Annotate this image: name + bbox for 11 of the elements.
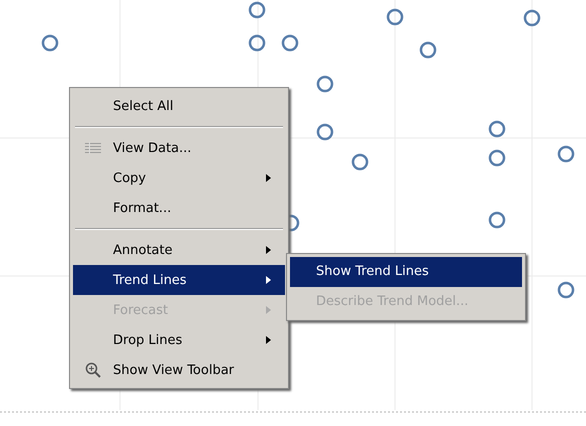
menu-item[interactable]: Select All	[73, 91, 285, 121]
menu-item[interactable]: Copy	[73, 163, 285, 193]
menu-item[interactable]: Show View Toolbar	[73, 355, 285, 385]
menu-item[interactable]: Format...	[73, 193, 285, 223]
table-icon	[85, 142, 101, 154]
menu-item[interactable]: Annotate	[73, 235, 285, 265]
menu-item[interactable]: Show Trend Lines	[290, 257, 522, 287]
zoom-in-icon	[85, 362, 101, 378]
menu-item[interactable]: Trend Lines	[73, 265, 285, 295]
menu-item[interactable]: View Data...	[73, 133, 285, 163]
menu-item[interactable]: Drop Lines	[73, 325, 285, 355]
